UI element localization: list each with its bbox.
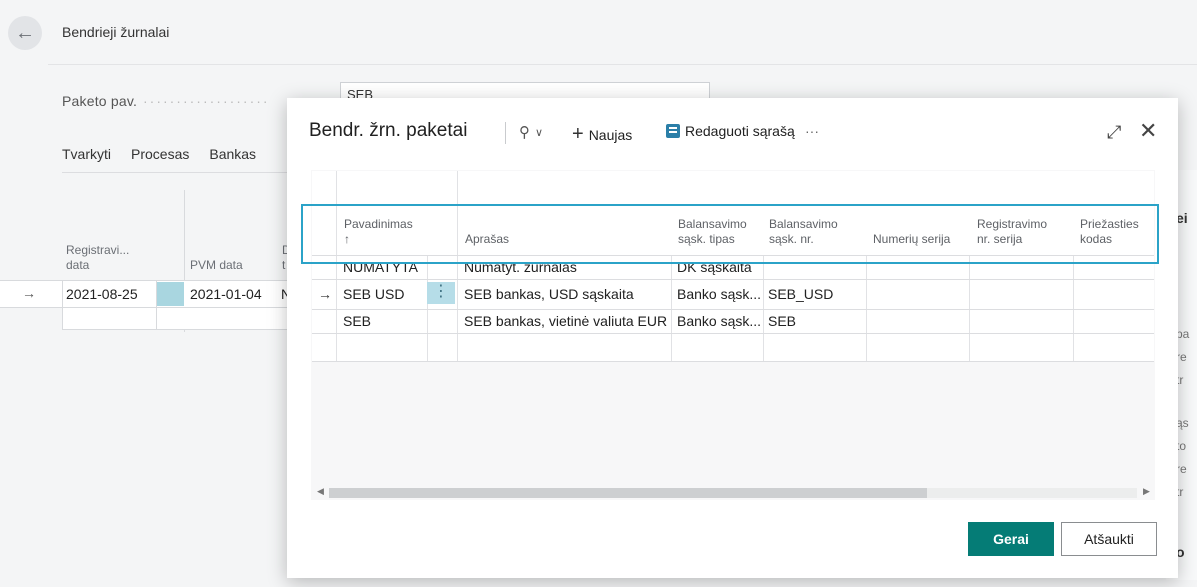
selection-highlight [301, 204, 1159, 264]
row-arrow-icon: → [22, 285, 36, 301]
name-cell[interactable]: SEB [343, 313, 371, 329]
action-bank[interactable]: Bankas [209, 146, 256, 162]
bal-no-cell[interactable]: SEB [768, 313, 796, 329]
current-row-arrow-icon: → [318, 286, 332, 302]
table-body: Pavadinimas ↑ Aprašas Balansavimo sąsk. ti… [312, 171, 1154, 362]
registration-date-cell[interactable]: 2021-08-25 [66, 286, 138, 302]
row-divider [312, 361, 1154, 362]
back-arrow-icon[interactable]: ← [8, 16, 42, 50]
divider [62, 172, 292, 173]
column-divider [62, 280, 63, 330]
vat-date-cell[interactable]: 2021-01-04 [190, 286, 262, 302]
column-divider [427, 255, 428, 361]
journal-batches-dialog: Bendr. žrn. paketai ⚲ ∨ + Naujas Redaguo… [287, 98, 1178, 578]
expand-icon[interactable]: ⤢ [1107, 122, 1121, 143]
action-bar: Tvarkyti Procesas Bankas [62, 146, 256, 162]
dialog-title: Bendr. žrn. paketai [309, 120, 468, 141]
scroll-left-icon[interactable]: ◀ [317, 486, 324, 497]
chevron-down-icon: ∨ [535, 126, 544, 139]
scroll-right-icon[interactable]: ▶ [1143, 486, 1150, 497]
batch-name-label: Paketo pav. ··················· [62, 93, 270, 109]
column-divider [969, 255, 970, 361]
bal-no-cell[interactable]: SEB_USD [768, 286, 833, 302]
divider [505, 122, 506, 144]
column-divider [1073, 255, 1074, 361]
page-title: Bendrieji žurnalai [62, 24, 170, 40]
column-header-registration-date[interactable]: Registravi... data [66, 243, 129, 273]
divider [48, 64, 1197, 65]
ok-button[interactable]: Gerai [968, 522, 1054, 556]
row-divider [312, 309, 1154, 310]
description-cell[interactable]: SEB bankas, USD sąskaita [464, 286, 634, 302]
bal-type-cell[interactable]: Banko sąsk... [677, 313, 761, 329]
edit-list-button[interactable]: Redaguoti sąrašą [666, 123, 795, 139]
table-row[interactable]: 2021-08-25 2021-01-04 N [0, 280, 291, 308]
edit-list-label: Redaguoti sąrašą [685, 123, 795, 139]
row-menu-icon[interactable]: ⋮ [427, 282, 455, 304]
edit-list-icon [666, 124, 680, 138]
column-divider [156, 280, 157, 330]
new-button[interactable]: + Naujas [572, 123, 632, 146]
column-divider [763, 255, 764, 361]
description-cell[interactable]: SEB bankas, vietinė valiuta EUR [464, 313, 667, 329]
scrollbar-thumb[interactable] [329, 488, 927, 498]
horizontal-scrollbar[interactable]: ◀ ▶ [311, 486, 1155, 500]
new-label: Naujas [588, 126, 633, 143]
bal-type-cell[interactable]: Banko sąsk... [677, 286, 761, 302]
column-divider [671, 255, 672, 361]
search-icon: ⚲ [519, 124, 530, 141]
action-process[interactable]: Procesas [131, 146, 189, 162]
table-row[interactable] [62, 308, 288, 330]
action-manage[interactable]: Tvarkyti [62, 146, 111, 162]
column-divider [866, 255, 867, 361]
search-button[interactable]: ⚲ ∨ [519, 123, 543, 141]
row-divider [312, 279, 1154, 280]
row-divider [312, 333, 1154, 334]
factbox-text: pa [1176, 327, 1190, 341]
row-selection-cell[interactable] [156, 282, 184, 306]
name-cell[interactable]: SEB USD [343, 286, 404, 302]
cancel-button[interactable]: Atšaukti [1061, 522, 1157, 556]
more-options-button[interactable]: ··· [805, 123, 819, 139]
close-icon[interactable]: ✕ [1139, 118, 1157, 144]
plus-icon: + [572, 123, 584, 145]
column-header-vat-date[interactable]: PVM data [190, 258, 243, 273]
